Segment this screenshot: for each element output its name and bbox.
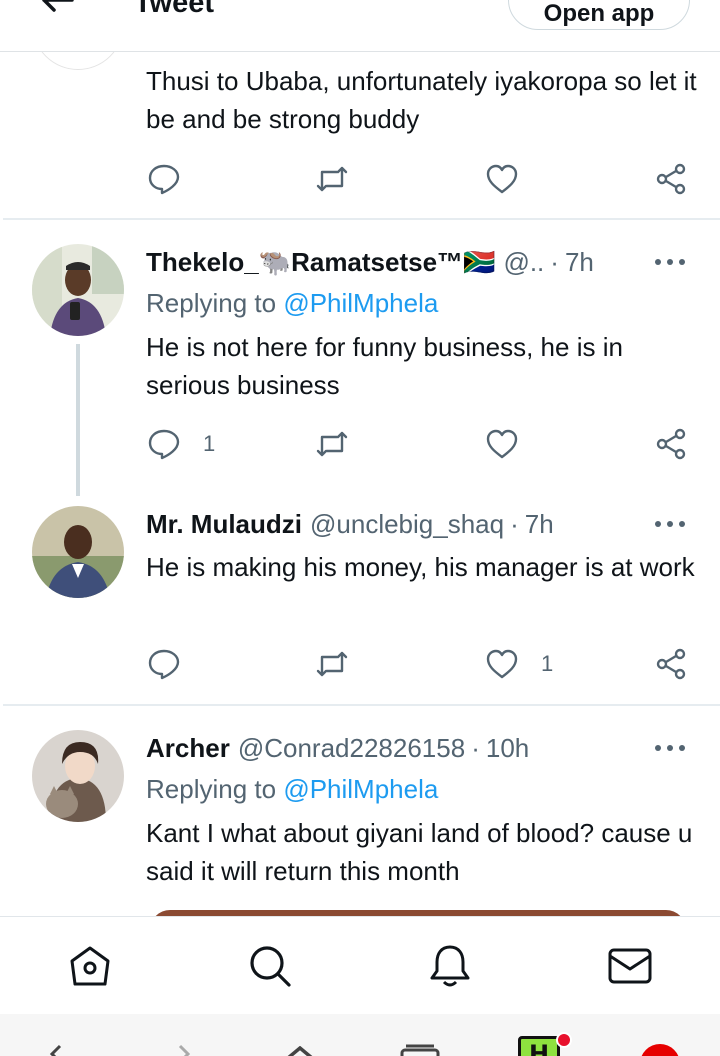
like-button[interactable] — [485, 159, 519, 199]
retweet-button[interactable] — [315, 424, 349, 464]
avatar[interactable] — [32, 244, 124, 336]
notifications-bell-icon[interactable] — [427, 943, 473, 989]
reply-button[interactable] — [147, 644, 181, 684]
home-icon[interactable] — [285, 1046, 315, 1056]
retweet-icon — [316, 431, 348, 457]
top-bar: Tweet Open app — [0, 0, 720, 52]
user-handle[interactable]: @Conrad22826158 — [238, 733, 465, 764]
more-options-icon[interactable] — [654, 743, 686, 753]
retweet-icon — [316, 651, 348, 677]
tabs-icon[interactable] — [400, 1044, 440, 1056]
heart-icon — [486, 429, 518, 459]
user-handle[interactable]: @unclebig_shaq — [310, 509, 504, 540]
replying-to-handle-link[interactable]: @PhilMphela — [283, 288, 438, 318]
reply-button[interactable] — [147, 159, 181, 199]
tweet[interactable]: Mr. Mulaudzi @unclebig_shaq · 7h He is m… — [0, 506, 720, 706]
separator-dot: · — [510, 508, 519, 539]
tweet[interactable]: Thekelo_🐃Ramatsetse™🇿🇦 @.. · 7h Replying… — [0, 244, 720, 506]
tweet-text: He is making his money, his manager is a… — [146, 552, 695, 582]
divider — [3, 218, 720, 220]
notification-dot — [556, 1032, 572, 1048]
timestamp[interactable]: 7h — [565, 247, 594, 278]
share-icon — [656, 648, 686, 680]
more-options-icon[interactable] — [654, 519, 686, 529]
replying-to-handle-link[interactable]: @PhilMphela — [283, 774, 438, 804]
avatar-photo — [32, 506, 124, 598]
user-handle[interactable]: @.. — [503, 247, 544, 278]
app-vodacom-icon[interactable] — [640, 1044, 680, 1056]
like-count: 1 — [541, 651, 554, 676]
tweet-text: He is not here for funny business, he is… — [146, 332, 623, 400]
avatar-photo — [32, 730, 124, 822]
display-name[interactable]: Thekelo_🐃Ramatsetse™🇿🇦 — [146, 247, 495, 278]
share-icon — [656, 163, 686, 195]
like-button[interactable]: 1 — [485, 644, 553, 684]
bottom-navigation — [0, 916, 720, 1014]
share-button[interactable] — [654, 159, 688, 199]
browser-back-icon[interactable] — [44, 1044, 68, 1056]
browser-forward-icon[interactable] — [172, 1044, 196, 1056]
retweet-icon — [316, 166, 348, 192]
back-arrow-icon[interactable] — [36, 0, 76, 18]
tweet-actions: 1 — [0, 644, 720, 684]
tweet[interactable]: Archer @Conrad22826158 · 10h Replying to… — [0, 730, 720, 916]
tweet-actions: 1 — [0, 424, 720, 464]
heart-icon — [486, 649, 518, 679]
retweet-button[interactable] — [315, 159, 349, 199]
avatar[interactable] — [32, 506, 124, 598]
open-app-button[interactable]: Open app — [508, 0, 690, 30]
page-title: Tweet — [134, 0, 215, 19]
reply-icon — [148, 649, 180, 680]
tweet-text: Kant I what about giyani land of blood? … — [146, 818, 693, 886]
divider — [3, 704, 720, 706]
separator-dot: · — [550, 246, 559, 277]
separator-dot: · — [471, 732, 480, 763]
tweet-header: Mr. Mulaudzi @unclebig_shaq · 7h — [146, 506, 554, 542]
reply-icon — [148, 429, 180, 460]
tweet-header: Thekelo_🐃Ramatsetse™🇿🇦 @.. · 7h — [146, 244, 594, 280]
search-icon[interactable] — [247, 943, 293, 989]
share-button[interactable] — [654, 424, 688, 464]
app-h-icon[interactable]: H — [518, 1036, 560, 1056]
more-options-icon[interactable] — [654, 257, 686, 267]
share-button[interactable] — [654, 644, 688, 684]
system-navigation-bar: H — [0, 1014, 720, 1056]
avatar[interactable] — [32, 730, 124, 822]
like-button[interactable] — [485, 424, 519, 464]
reply-button[interactable]: 1 — [147, 424, 215, 464]
replying-prefix: Replying to — [146, 774, 284, 804]
reply-count: 1 — [203, 431, 216, 456]
timestamp[interactable]: 7h — [525, 509, 554, 540]
messages-mail-icon[interactable] — [607, 943, 653, 989]
display-name[interactable]: Mr. Mulaudzi — [146, 509, 302, 540]
replying-prefix: Replying to — [146, 288, 284, 318]
thread-connector-line — [76, 344, 80, 496]
avatar-photo — [32, 244, 124, 336]
timestamp[interactable]: 10h — [486, 733, 529, 764]
retweet-button[interactable] — [315, 644, 349, 684]
share-icon — [656, 428, 686, 460]
tweet-actions — [0, 159, 720, 199]
heart-icon — [486, 164, 518, 194]
display-name[interactable]: Archer — [146, 733, 230, 764]
replying-to: Replying to @PhilMphela — [146, 288, 438, 319]
replying-to: Replying to @PhilMphela — [146, 774, 438, 805]
home-icon[interactable] — [67, 943, 113, 989]
reply-icon — [148, 164, 180, 195]
tweet-header: Archer @Conrad22826158 · 10h — [146, 730, 529, 766]
tweet-text: Thusi to Ubaba, unfortunately iyakoropa … — [146, 66, 697, 134]
